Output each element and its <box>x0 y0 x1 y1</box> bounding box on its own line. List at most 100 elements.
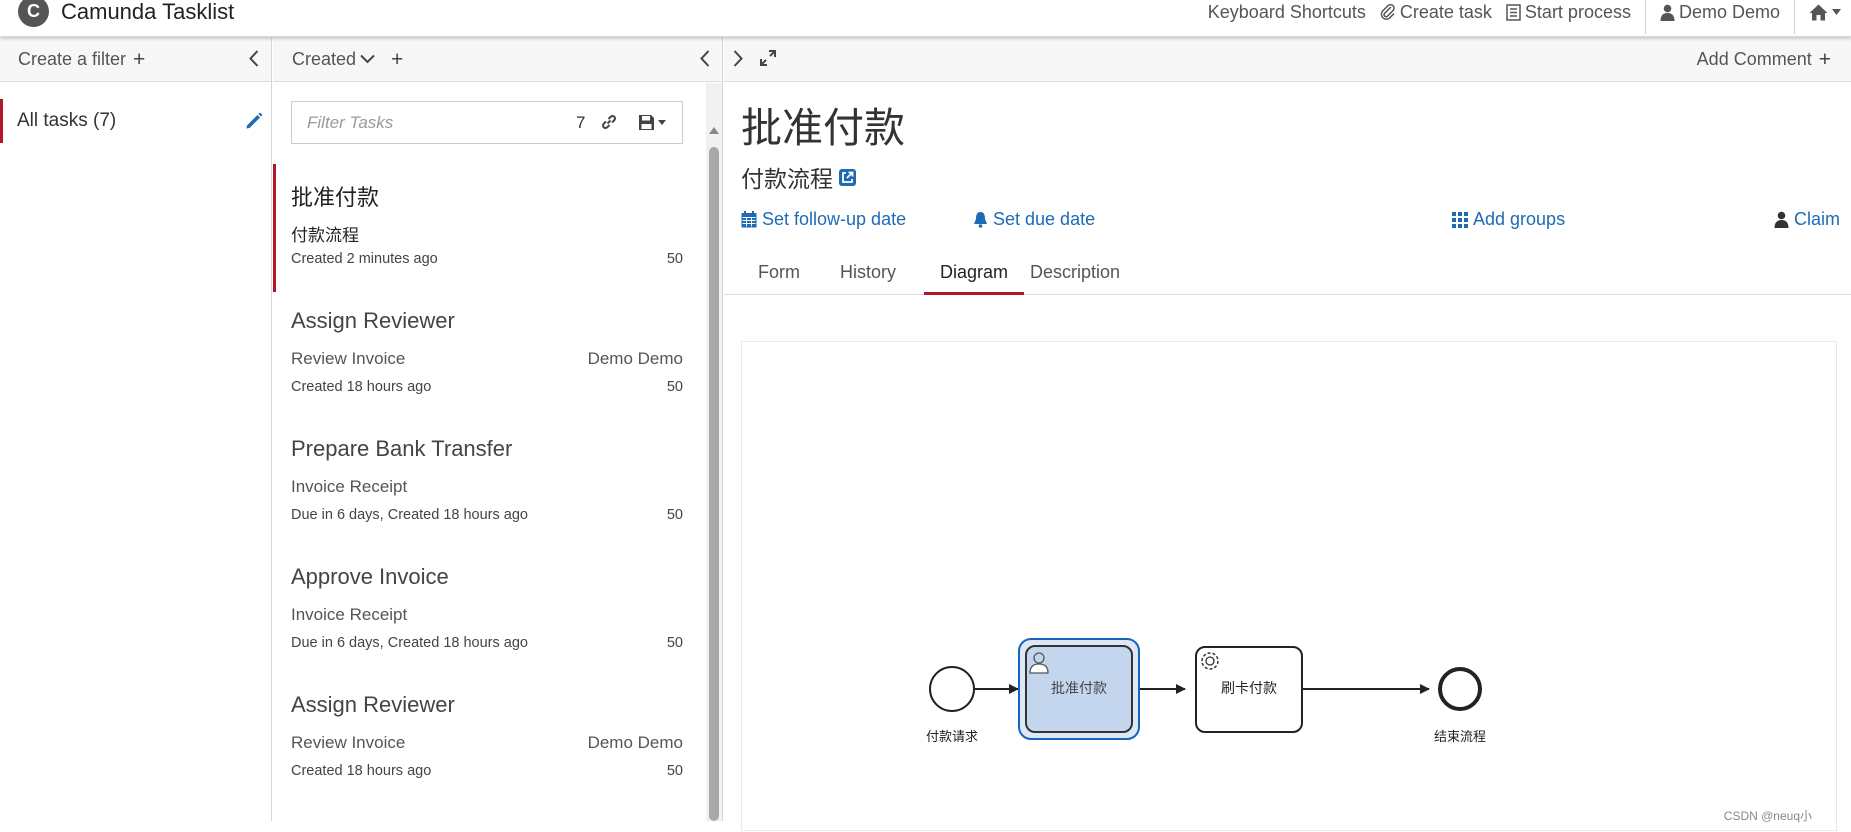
sort-label: Created <box>292 48 357 69</box>
task-meta: Due in 6 days, Created 18 hours ago <box>291 635 528 651</box>
collapse-left-icon[interactable] <box>249 50 259 67</box>
create-task-label: Create task <box>1399 1 1492 22</box>
task-priority: 50 <box>666 379 683 395</box>
follow-up-label: Set follow-up date <box>762 209 907 229</box>
plus-icon: + <box>133 47 146 71</box>
link-icon[interactable] <box>600 113 618 131</box>
due-date-label: Set due date <box>993 209 1096 229</box>
plus-icon: + <box>1818 48 1831 71</box>
task-item[interactable]: Assign Reviewer Review Invoice Demo Demo… <box>273 292 705 420</box>
keyboard-shortcuts-link[interactable]: Keyboard Shortcuts <box>1208 2 1366 23</box>
filters-header: Create a filter + <box>0 37 271 82</box>
brand[interactable]: C Camunda Tasklist <box>18 0 234 27</box>
collapse-left-icon[interactable] <box>700 50 710 67</box>
scroll-up-arrow-icon[interactable] <box>709 127 719 134</box>
task-item[interactable]: Assign Reviewer Review Invoice Demo Demo… <box>273 676 705 804</box>
claim-button[interactable]: Claim <box>1774 209 1840 230</box>
keyboard-shortcuts-label: Keyboard Shortcuts <box>1207 1 1366 22</box>
save-icon[interactable] <box>638 114 666 131</box>
sort-dropdown[interactable]: Created <box>292 49 375 70</box>
tab-form[interactable]: Form <box>742 257 816 295</box>
chevron-right-icon[interactable] <box>733 50 743 67</box>
scrollbar-thumb[interactable] <box>709 147 719 821</box>
set-follow-up-date-button[interactable]: Set follow-up date <box>741 209 906 230</box>
task-item[interactable]: 批准付款 付款流程 Created 2 minutes ago 50 <box>273 164 705 292</box>
bell-icon <box>973 211 988 228</box>
chevron-down-icon <box>360 54 375 64</box>
user-name: Demo Demo <box>1678 1 1780 22</box>
expand-icon[interactable] <box>759 49 777 67</box>
tab-description[interactable]: Description <box>1014 257 1136 295</box>
user-menu[interactable]: Demo Demo <box>1660 2 1780 23</box>
list-icon <box>1506 3 1521 21</box>
filter-item-all-tasks[interactable]: All tasks (7) <box>0 99 271 143</box>
set-due-date-button[interactable]: Set due date <box>973 209 1095 230</box>
create-filter-button[interactable]: Create a filter + <box>18 49 145 70</box>
filter-label: All tasks (7) <box>17 110 117 131</box>
filters-panel: Create a filter + All tasks (7) <box>0 37 272 821</box>
watermark: CSDN @neuq小 <box>1723 809 1812 823</box>
camunda-logo: C <box>18 0 49 27</box>
task-filter-box: 7 <box>291 101 683 144</box>
task-item[interactable]: Prepare Bank Transfer Invoice Receipt Du… <box>273 420 705 548</box>
task-name: Assign Reviewer <box>291 692 455 717</box>
user-icon <box>1774 211 1789 228</box>
task-title: 批准付款 <box>741 105 905 151</box>
task-process: Review Invoice <box>291 733 406 752</box>
task-meta: Created 18 hours ago <box>291 763 432 779</box>
task-process-link[interactable]: 付款流程 <box>741 160 857 194</box>
add-groups-label: Add groups <box>1473 209 1566 229</box>
task-list-scrollbar[interactable] <box>706 83 722 821</box>
pencil-icon[interactable] <box>245 112 263 130</box>
add-groups-button[interactable]: Add groups <box>1452 209 1565 230</box>
task-meta: Created 18 hours ago <box>291 379 432 395</box>
task-detail-panel: Add Comment + 批准付款 付款流程 Set follow-up da… <box>724 37 1851 831</box>
tab-diagram[interactable]: Diagram <box>924 257 1025 295</box>
create-task-link[interactable]: Create task <box>1380 2 1492 23</box>
user-icon <box>1660 4 1675 21</box>
bpmn-diagram: 付款请求 批准付款 刷卡付款 结束流程 CSDN @neuq小 <box>741 341 1837 831</box>
task-priority: 50 <box>666 507 683 523</box>
filter-count: 7 <box>576 113 586 132</box>
filter-tasks-input[interactable] <box>293 103 558 142</box>
home-menu[interactable] <box>1809 4 1845 21</box>
paperclip-icon <box>1380 3 1396 21</box>
user-task[interactable]: 批准付款 <box>1018 638 1140 740</box>
add-sorting-button[interactable]: + <box>391 49 403 70</box>
service-task-label: 刷卡付款 <box>1221 681 1277 697</box>
end-event[interactable] <box>1438 667 1482 711</box>
start-process-link[interactable]: Start process <box>1506 2 1631 23</box>
tab-history[interactable]: History <box>824 257 912 295</box>
task-item[interactable]: Approve Invoice Invoice Receipt Due in 6… <box>273 548 705 676</box>
nav-divider <box>1794 0 1795 34</box>
task-tabs: Form History Diagram Description <box>724 257 1851 295</box>
task-process: Invoice Receipt <box>291 605 408 624</box>
add-comment-button[interactable]: Add Comment + <box>1697 37 1831 82</box>
task-name: Approve Invoice <box>291 564 449 589</box>
task-meta: Due in 6 days, Created 18 hours ago <box>291 507 528 523</box>
process-name: 付款流程 <box>741 166 833 192</box>
start-event[interactable] <box>929 666 975 712</box>
task-list-header: Created + <box>273 37 722 82</box>
app-title: Camunda Tasklist <box>61 0 235 24</box>
task-process: 付款流程 <box>291 226 359 245</box>
service-task[interactable]: 刷卡付款 <box>1195 646 1303 733</box>
calendar-icon <box>741 211 757 228</box>
top-nav: Keyboard Shortcuts Create task Start pro… <box>1194 0 1851 34</box>
top-navbar: C Camunda Tasklist Keyboard Shortcuts Cr… <box>0 0 1851 37</box>
grid-icon <box>1452 211 1468 228</box>
task-meta: Created 2 minutes ago <box>291 251 438 267</box>
create-filter-label: Create a filter <box>18 48 127 69</box>
external-link-icon <box>838 168 857 187</box>
start-process-label: Start process <box>1524 1 1631 22</box>
task-assignee: Demo Demo <box>587 349 683 368</box>
end-event-label: 结束流程 <box>1434 730 1486 745</box>
nav-divider <box>1644 0 1646 34</box>
claim-label: Claim <box>1794 209 1841 229</box>
task-name: Prepare Bank Transfer <box>291 436 513 461</box>
task-process: Invoice Receipt <box>291 477 408 496</box>
task-process: Review Invoice <box>291 349 406 368</box>
task-priority: 50 <box>666 635 683 651</box>
task-list: 批准付款 付款流程 Created 2 minutes ago 50 Assig… <box>273 164 705 804</box>
bpmn-canvas: 付款请求 批准付款 刷卡付款 结束流程 <box>926 638 1486 745</box>
